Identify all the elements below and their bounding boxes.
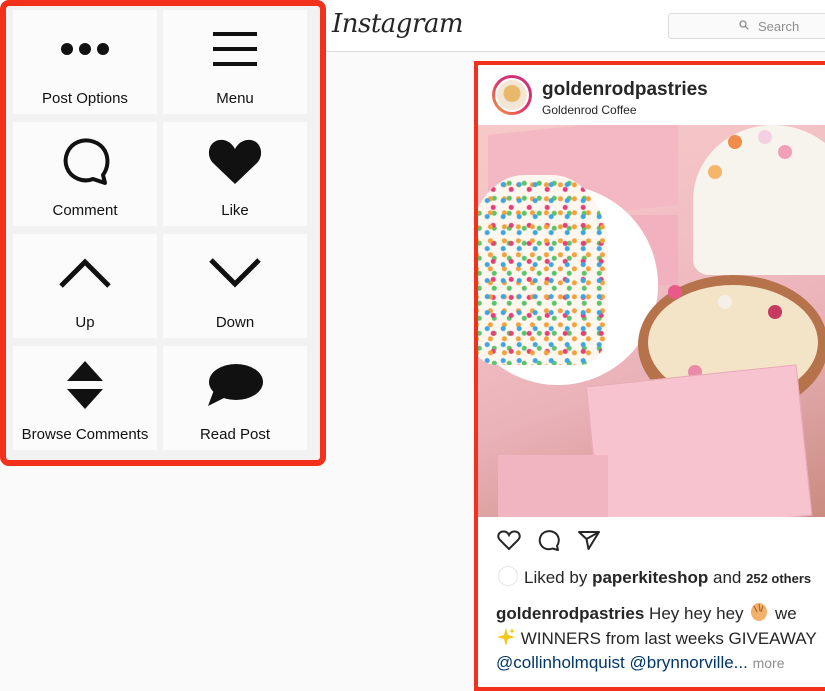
post-card: goldenrodpastries Goldenrod Coffee Liked…: [474, 61, 825, 691]
search-placeholder: Search: [758, 19, 800, 34]
caption-text-2: WINNERS from last weeks GIVEAWAY: [520, 629, 817, 648]
post-location[interactable]: Goldenrod Coffee: [542, 103, 637, 117]
liked-others-link[interactable]: 252 others: [746, 571, 811, 586]
post-actions: [478, 525, 825, 555]
like-button[interactable]: Like: [163, 122, 307, 226]
control-panel: Post Options Menu Comment Like Up Down B…: [0, 0, 326, 466]
heart-icon: [208, 139, 262, 184]
liked-prefix: Liked by: [524, 568, 588, 587]
sparkles-icon: [497, 628, 515, 646]
liked-user-link[interactable]: paperkiteshop: [592, 568, 708, 587]
up-label: Up: [75, 314, 95, 331]
liked-and: and: [713, 568, 742, 587]
like-label: Like: [221, 202, 249, 219]
instagram-logo[interactable]: Instagram: [332, 9, 464, 39]
liker-avatar[interactable]: [498, 566, 518, 586]
browse-comments-button[interactable]: Browse Comments: [13, 346, 157, 450]
search-icon: [739, 20, 749, 30]
read-post-label: Read Post: [199, 426, 271, 443]
caption-text-1: Hey hey hey: [649, 604, 744, 623]
share-icon[interactable]: [576, 527, 602, 553]
more-link[interactable]: more: [753, 655, 785, 671]
comment-button[interactable]: Comment: [13, 122, 157, 226]
comment-icon[interactable]: [536, 527, 562, 553]
liked-by-text: Liked by paperkiteshop and 252 others: [524, 568, 811, 588]
caption-line-1: goldenrodpastries Hey hey hey we: [496, 602, 797, 624]
post-options-button[interactable]: Post Options: [13, 10, 157, 114]
menu-label: Menu: [216, 90, 254, 107]
comment-bubble-icon: [63, 138, 110, 185]
mention-link-2[interactable]: @brynnorville...: [630, 653, 748, 672]
post-photo[interactable]: [478, 125, 825, 517]
chevron-down-icon: [209, 258, 261, 288]
heart-outline-icon[interactable]: [496, 527, 522, 553]
up-button[interactable]: Up: [13, 234, 157, 338]
speech-bubble-icon: [208, 364, 263, 406]
chevron-up-icon: [59, 258, 111, 288]
post-username[interactable]: goldenrodpastries: [542, 79, 708, 101]
browse-comments-label: Browse Comments: [21, 426, 149, 443]
more-dots-icon: [61, 43, 109, 55]
clapping-hands-icon: [751, 603, 768, 621]
caption-line-3: @collinholmquist @brynnorville... more: [496, 653, 785, 673]
caption-username[interactable]: goldenrodpastries: [496, 604, 644, 623]
post-options-label: Post Options: [42, 90, 128, 107]
menu-button[interactable]: Menu: [163, 10, 307, 114]
avatar[interactable]: [492, 75, 532, 115]
down-label: Down: [215, 314, 255, 331]
down-button[interactable]: Down: [163, 234, 307, 338]
read-post-button[interactable]: Read Post: [163, 346, 307, 450]
caption-text-1-tail: we: [775, 604, 797, 623]
mention-link-1[interactable]: @collinholmquist: [496, 653, 625, 672]
hamburger-icon: [213, 32, 257, 66]
up-down-arrows-icon: [67, 361, 103, 409]
search-input[interactable]: Search: [668, 13, 825, 39]
comment-label: Comment: [52, 202, 118, 219]
caption-line-2: WINNERS from last weeks GIVEAWAY: [496, 627, 817, 649]
